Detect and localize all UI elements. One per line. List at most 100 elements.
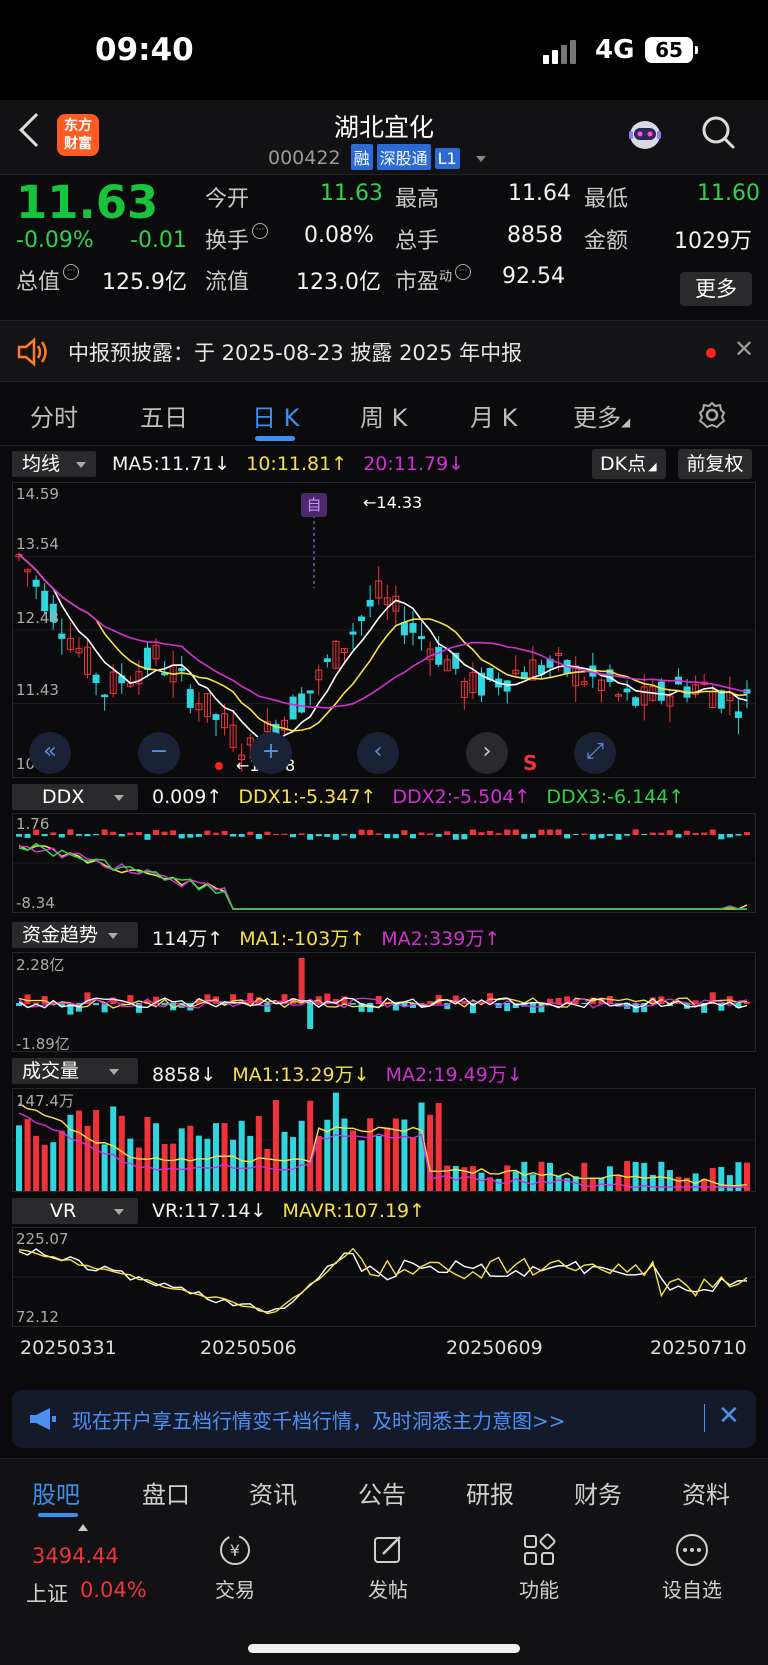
tab-weekly-k[interactable]: 周 K [360, 398, 407, 433]
volume-bar [204, 1138, 211, 1191]
date-label: 20250506 [200, 1337, 297, 1359]
fund-trend-chart[interactable]: 2.28亿 -1.89亿 [12, 952, 756, 1053]
ddx-bar [153, 830, 160, 835]
fullscreen-icon[interactable]: ⤢ [574, 732, 616, 774]
tab-intraday[interactable]: 分时 [30, 398, 78, 433]
date-label: 20250710 [650, 1337, 747, 1359]
report-notice[interactable]: 中报预披露：于 2025-08-23 披露 2025 年中报 ✕ [0, 320, 768, 382]
ma-selector[interactable]: 均线 [12, 451, 97, 477]
nav-add-watchlist[interactable]: 设自选 [647, 1532, 737, 1603]
scroll-left-fast-icon[interactable]: « [29, 732, 71, 774]
vr-svg [13, 1247, 755, 1315]
ddx2-value: DDX2:-5.504↑ [392, 786, 531, 808]
volume-bar [358, 1140, 365, 1191]
ddx-bar [307, 834, 314, 840]
active-tab-indicator [255, 436, 295, 441]
close-icon[interactable]: ✕ [718, 1401, 740, 1431]
vr-chart[interactable]: 225.07 72.12 [12, 1227, 756, 1327]
candle-body [101, 694, 109, 698]
adjust-button[interactable]: 前复权 [678, 449, 752, 479]
ddx-bar [204, 830, 211, 835]
dk-point-button[interactable]: DK点 ◢ [592, 449, 666, 479]
tab-profile[interactable]: 资料 [682, 1475, 730, 1510]
fund-trend-row: 资金趋势 114万↑ MA1:-103万↑ MA2:339万↑ [0, 920, 768, 950]
amount-label: 金额 [584, 229, 629, 254]
fund-trend-selector[interactable]: 资金趋势 [12, 922, 138, 948]
scroll-left-icon[interactable]: ‹ [357, 732, 399, 774]
search-icon[interactable] [700, 114, 736, 150]
scroll-right-icon[interactable]: › [466, 732, 508, 774]
vr-selector[interactable]: VR [12, 1198, 138, 1224]
active-tab-indicator [38, 1513, 78, 1517]
change-pct: -0.09% [16, 228, 94, 253]
ddx-line [18, 845, 747, 910]
tab-news[interactable]: 资讯 [249, 1475, 297, 1510]
stock-code-line[interactable]: 000422 融深股通 L1 [268, 144, 486, 170]
ddx-bar [572, 834, 579, 836]
robot-assistant-icon[interactable] [625, 115, 665, 153]
ddx-bar [726, 834, 733, 838]
ddx-bar [632, 829, 639, 835]
tab-announcements[interactable]: 公告 [358, 1475, 406, 1510]
tab-research[interactable]: 研报 [466, 1475, 514, 1510]
ddx-bar [461, 834, 468, 840]
low-label: 最低 [584, 187, 629, 212]
volume-bar [495, 1178, 502, 1191]
ddx-bar [315, 834, 322, 837]
axis-label: 14.59 [16, 485, 59, 503]
ddx-bar [178, 834, 185, 839]
ddx-bar [529, 834, 536, 838]
stock-code: 000422 [268, 147, 341, 169]
zoom-out-icon[interactable]: − [138, 732, 180, 774]
tab-monthly-k[interactable]: 月 K [470, 398, 517, 433]
account-promo-banner[interactable]: 现在开户享五档行情变千档行情，及时洞悉主力意图>> ✕ [12, 1390, 756, 1448]
ddx-bar [144, 834, 151, 840]
battery-icon: 65 [645, 37, 698, 63]
ddx-chart[interactable]: 1.76 -8.34 [12, 813, 756, 913]
ddx-bar [238, 834, 245, 837]
fund-bar [24, 994, 31, 1004]
ddx-bar [247, 831, 254, 835]
tab-daily-k[interactable]: 日 K [252, 398, 299, 433]
change-abs: -0.01 [130, 228, 187, 253]
candle-body [632, 697, 640, 706]
ddx-line [18, 842, 747, 910]
volume-selector[interactable]: 成交量 [12, 1058, 138, 1084]
volume-bar [58, 1130, 65, 1191]
info-icon[interactable]: ··· [455, 264, 472, 280]
tab-finance[interactable]: 财务 [574, 1475, 622, 1510]
ddx-bar [718, 834, 725, 840]
volume-bar [221, 1123, 228, 1191]
sell-marker: S [523, 751, 538, 775]
candle-body [289, 696, 297, 720]
tab-orderbook[interactable]: 盘口 [142, 1475, 190, 1510]
tab-5day[interactable]: 五日 [140, 398, 188, 433]
nav-functions[interactable]: 功能 [494, 1532, 584, 1603]
axis-label: 1.76 [16, 815, 50, 833]
close-icon[interactable]: ✕ [734, 335, 754, 363]
zoom-in-icon[interactable]: + [250, 732, 292, 774]
more-quote-button[interactable]: 更多 [680, 272, 752, 306]
ddx-bar [564, 834, 571, 839]
ddx-bar [298, 833, 305, 835]
settings-gear-icon[interactable] [697, 400, 727, 430]
edit-icon [374, 1536, 401, 1563]
ddx-bar [504, 829, 511, 835]
vr-value: VR:117.14↓ [152, 1200, 267, 1222]
candle-body [366, 600, 374, 607]
ddx-bar [67, 829, 74, 835]
volume-bar [307, 1100, 314, 1191]
info-icon[interactable]: ··· [63, 264, 80, 280]
nav-trade[interactable]: ¥ 交易 [190, 1532, 280, 1603]
index-name[interactable]: 上证 [26, 1578, 68, 1608]
nav-post[interactable]: 发帖 [343, 1532, 433, 1603]
ddx-bar [41, 834, 48, 837]
tab-forum[interactable]: 股吧 [32, 1475, 80, 1510]
ddx-selector[interactable]: DDX [12, 784, 138, 810]
tab-more[interactable]: 更多◢ [573, 398, 630, 433]
info-icon[interactable]: ··· [252, 223, 269, 239]
axis-label: -1.89亿 [16, 1035, 70, 1053]
fund-bar [298, 958, 305, 1004]
volume-chart[interactable]: 147.4万 [12, 1088, 756, 1192]
volume-bar [170, 1143, 177, 1191]
